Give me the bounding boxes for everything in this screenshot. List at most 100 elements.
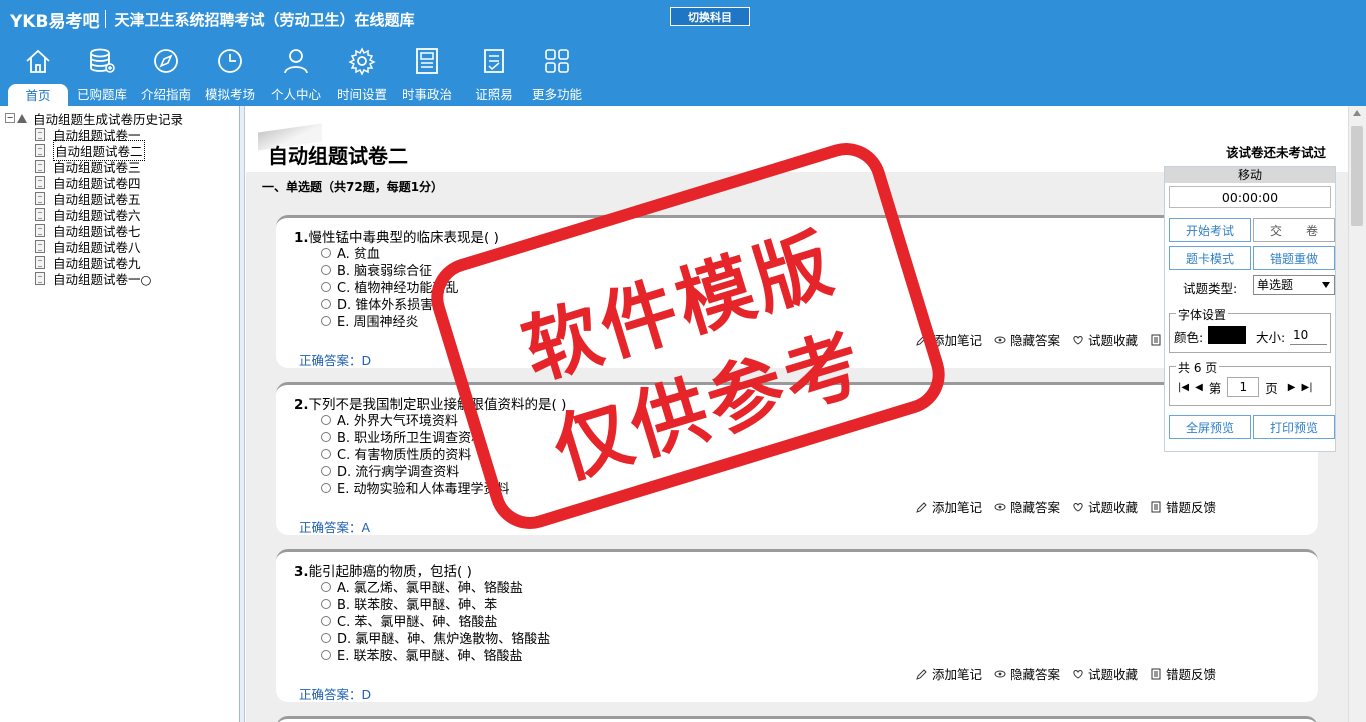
start-exam-button[interactable]: 开始考试 [1169, 218, 1251, 242]
radio-button[interactable] [321, 632, 331, 643]
color-label: 颜色: [1174, 330, 1204, 345]
grid-icon [545, 49, 569, 73]
radio-button[interactable] [321, 465, 331, 476]
exam-control-panel: 移动 00:00:00 开始考试 交 卷 题卡模式 错题重做 试题类型: 单选题… [1164, 166, 1336, 452]
collapse-icon[interactable]: − [5, 113, 15, 123]
radio-button[interactable] [321, 298, 331, 309]
hide-answer-button[interactable]: 隐藏答案 [994, 664, 1060, 683]
radio-button[interactable] [321, 615, 331, 626]
color-picker[interactable] [1208, 326, 1246, 344]
nav-more[interactable]: 更多功能 [525, 46, 589, 103]
last-page-icon[interactable]: ▶| [1302, 382, 1313, 393]
option[interactable]: E. 动物实验和人体毒理学资料 [321, 478, 509, 497]
favorite-button[interactable]: 试题收藏 [1072, 497, 1138, 516]
redo-wrong-button[interactable]: 错题重做 [1253, 246, 1335, 270]
feedback-button[interactable]: 错题反馈 [1150, 497, 1216, 516]
radio-button[interactable] [321, 448, 331, 459]
database-icon [90, 48, 115, 73]
question-type-select[interactable]: 单选题 [1253, 275, 1335, 295]
nav-current-affairs[interactable]: 时事政治 [395, 46, 459, 103]
nav-label: 时间设置 [336, 87, 387, 102]
nav-label: 更多功能 [531, 87, 582, 102]
chevron-down-icon [1322, 282, 1330, 288]
hide-answer-button[interactable]: 隐藏答案 [994, 497, 1060, 516]
splitter[interactable] [240, 106, 245, 722]
tree-item[interactable]: 自动组题试卷一○ [35, 270, 183, 287]
question-actions: 添加笔记 隐藏答案 试题收藏 错题反馈 [904, 497, 1216, 516]
nav-time-settings[interactable]: 时间设置 [330, 46, 394, 103]
paper-title: 自动组题试卷二 [268, 144, 408, 168]
document-icon [35, 175, 45, 189]
favorite-button[interactable]: 试题收藏 [1072, 664, 1138, 683]
heart-icon [1073, 335, 1083, 345]
correct-answer: 正确答案：D [299, 687, 372, 702]
pencil-icon [916, 668, 927, 680]
font-settings-group: 字体设置 颜色: 大小: 10 [1169, 306, 1331, 353]
document-icon [35, 255, 45, 269]
compass-icon [154, 49, 178, 73]
home-icon [26, 49, 50, 73]
fullscreen-preview-button[interactable]: 全屏预览 [1169, 415, 1251, 439]
correct-answer: 正确答案：A [299, 520, 371, 535]
prev-page-icon[interactable]: ◀ [1195, 382, 1203, 393]
eye-icon [994, 336, 1006, 343]
feedback-button[interactable]: 错题反馈 [1150, 664, 1216, 683]
page-number-input[interactable]: 1 [1227, 377, 1260, 397]
nav-mock-exam[interactable]: 模拟考场 [198, 46, 262, 103]
nav-home[interactable]: 首页 [6, 46, 70, 106]
radio-button[interactable] [321, 315, 331, 326]
document-icon [35, 207, 45, 221]
font-size-input[interactable]: 10 [1290, 326, 1327, 345]
option[interactable]: E. 联苯胺、氯甲醚、砷、铬酸盐 [321, 645, 522, 664]
card-mode-button[interactable]: 题卡模式 [1169, 246, 1251, 270]
nav-label: 首页 [8, 84, 68, 106]
correct-answer: 正确答案：D [299, 353, 372, 368]
question-card: 2.下列不是我国制定职业接触限值资料的是( ) A. 外界大气环境资料 B. 职… [276, 382, 1318, 535]
radio-button[interactable] [321, 414, 331, 425]
pencil-icon [916, 334, 927, 346]
submit-button[interactable]: 交 卷 [1253, 218, 1335, 242]
nav-label: 证照易 [475, 87, 513, 102]
print-preview-button[interactable]: 打印预览 [1253, 415, 1335, 439]
panel-drag-handle[interactable]: 移动 [1165, 167, 1335, 183]
folder-icon [17, 113, 27, 123]
radio-button[interactable] [321, 281, 331, 292]
next-page-icon[interactable]: ▶ [1288, 382, 1296, 393]
add-note-button[interactable]: 添加笔记 [916, 664, 982, 683]
tree-children: 自动组题试卷一 自动组题试卷二 自动组题试卷三 自动组题试卷四 自动组题试卷五 … [35, 126, 183, 287]
nav-label: 介绍指南 [140, 87, 191, 102]
scroll-thumb[interactable] [1351, 126, 1363, 226]
radio-button[interactable] [321, 482, 331, 493]
eye-icon [994, 670, 1006, 677]
app-header: YKB易考吧 天津卫生系统招聘考试（劳动卫生）在线题库 切换科目 首页 已购题库… [0, 0, 1366, 106]
switch-subject-button[interactable]: 切换科目 [670, 7, 750, 26]
scroll-up-icon[interactable] [1353, 110, 1361, 116]
add-note-button[interactable]: 添加笔记 [916, 330, 982, 349]
question-card: 3.能引起肺癌的物质，包括( ) A. 氯乙烯、氯甲醚、砷、铬酸盐 B. 联苯胺… [276, 549, 1318, 702]
document-icon [35, 223, 45, 237]
radio-button[interactable] [321, 581, 331, 592]
exam-status: 该试卷还未考试过 [1225, 145, 1326, 160]
nav-profile[interactable]: 个人中心 [264, 46, 328, 103]
nav-certificate[interactable]: 证照易 [462, 46, 526, 103]
radio-button[interactable] [321, 431, 331, 442]
add-note-button[interactable]: 添加笔记 [916, 497, 982, 516]
size-label: 大小: [1256, 330, 1286, 345]
option[interactable]: E. 周围神经炎 [321, 311, 418, 330]
radio-button[interactable] [321, 247, 331, 258]
nav-guide[interactable]: 介绍指南 [134, 46, 198, 103]
eye-icon [994, 503, 1006, 510]
font-settings-legend: 字体设置 [1176, 306, 1229, 323]
nav-purchased[interactable]: 已购题库 [70, 46, 134, 103]
radio-button[interactable] [321, 598, 331, 609]
exam-timer: 00:00:00 [1169, 186, 1331, 208]
first-page-icon[interactable]: |◀ [1178, 382, 1189, 393]
pager: |◀ ◀ 第 1 页 ▶ ▶| [1178, 377, 1319, 397]
page-count-legend: 共 6 页 [1176, 359, 1220, 376]
vertical-scrollbar[interactable] [1348, 106, 1366, 722]
radio-button[interactable] [321, 649, 331, 660]
radio-button[interactable] [321, 264, 331, 275]
section-heading: 一、单选题（共72题，每题1分） [262, 180, 444, 194]
hide-answer-button[interactable]: 隐藏答案 [994, 330, 1060, 349]
favorite-button[interactable]: 试题收藏 [1072, 330, 1138, 349]
